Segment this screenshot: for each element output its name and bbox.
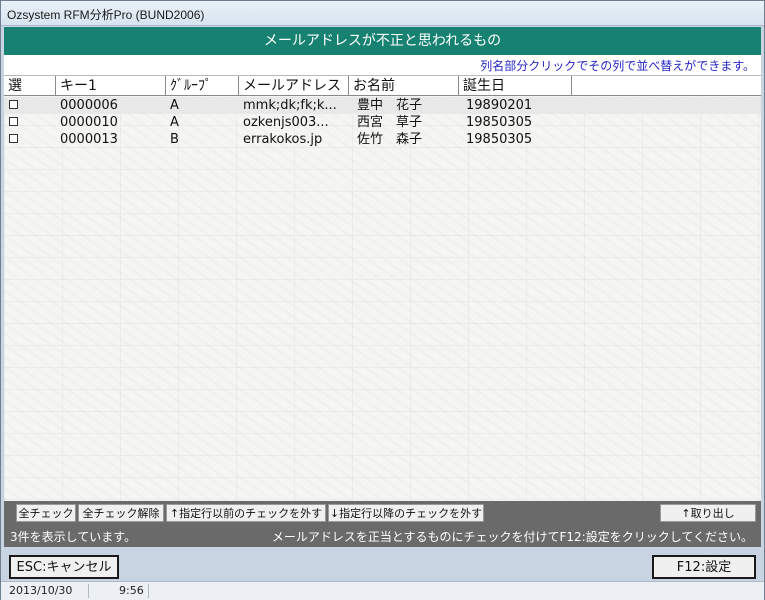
- cell-name: 西宮 草子: [357, 115, 423, 130]
- page-title: メールアドレスが不正と思われるもの: [4, 27, 761, 55]
- uncheck-after-button[interactable]: ↓指定行以降のチェックを外す: [328, 504, 484, 522]
- info-bar: 3件を表示しています。 メールアドレスを正当とするものにチェックを付けてF12:…: [4, 525, 761, 547]
- instruction-message: メールアドレスを正当とするものにチェックを付けてF12:設定をクリックしてくださ…: [271, 530, 753, 544]
- uncheck-before-button[interactable]: ↑指定行以前のチェックを外す: [166, 504, 326, 522]
- window-title: Ozsystem RFM分析Pro (BUND2006): [7, 8, 205, 22]
- row-checkbox[interactable]: [9, 100, 18, 109]
- row-checkbox[interactable]: [9, 117, 18, 126]
- cell-name: 豊中 花子: [357, 98, 423, 113]
- action-area: ESC:キャンセル F12:設定: [4, 547, 761, 580]
- column-header-group[interactable]: ｸﾞﾙｰﾌﾟ: [166, 76, 239, 96]
- check-all-button[interactable]: 全チェック: [16, 504, 76, 522]
- cell-key: 0000006: [60, 98, 118, 113]
- row-checkbox[interactable]: [9, 134, 18, 143]
- sort-hint: 列名部分クリックでその列で並べ替えができます。: [480, 59, 755, 73]
- cell-birthday: 19890201: [466, 98, 533, 113]
- table-row[interactable]: 0000006 A mmk;dk;fk;k... 豊中 花子 19890201: [4, 97, 761, 114]
- cell-group: A: [170, 98, 179, 113]
- cell-email: mmk;dk;fk;k...: [243, 98, 337, 113]
- column-header-select[interactable]: 選: [4, 76, 56, 96]
- cell-key: 0000010: [60, 115, 118, 130]
- cell-email: errakokos.jp: [243, 132, 323, 147]
- status-date: 2013/10/30: [3, 584, 89, 598]
- table-row[interactable]: 0000013 B errakokos.jp 佐竹 森子 19850305: [4, 131, 761, 148]
- cell-email: ozkenjs003...: [243, 115, 329, 130]
- table-row[interactable]: 0000010 A ozkenjs003... 西宮 草子 19850305: [4, 114, 761, 131]
- column-header-name[interactable]: お名前: [349, 76, 459, 96]
- column-header-key[interactable]: キー1: [56, 76, 166, 96]
- cancel-button[interactable]: ESC:キャンセル: [9, 555, 119, 579]
- cell-group: A: [170, 115, 179, 130]
- grid-toolbar: 全チェック 全チェック解除 ↑指定行以前のチェックを外す ↓指定行以降のチェック…: [4, 501, 761, 525]
- column-header-birthday[interactable]: 誕生日: [459, 76, 572, 96]
- app-window: Ozsystem RFM分析Pro (BUND2006) メールアドレスが不正と…: [0, 0, 765, 600]
- cell-birthday: 19850305: [466, 132, 533, 147]
- cell-key: 0000013: [60, 132, 118, 147]
- extract-button[interactable]: ↑取り出し: [660, 504, 756, 522]
- column-header-empty: [572, 76, 761, 96]
- column-header-email[interactable]: メールアドレス: [239, 76, 349, 96]
- status-time: 9:56: [91, 584, 149, 598]
- cell-group: B: [170, 132, 179, 147]
- cell-name: 佐竹 森子: [357, 132, 423, 147]
- settings-button[interactable]: F12:設定: [652, 555, 756, 579]
- record-count: 3件を表示しています。: [10, 530, 137, 544]
- client-area: メールアドレスが不正と思われるもの 列名部分クリックでその列で並べ替えができます…: [4, 27, 761, 580]
- cell-birthday: 19850305: [466, 115, 533, 130]
- uncheck-all-button[interactable]: 全チェック解除: [78, 504, 164, 522]
- records-grid: 選 キー1 ｸﾞﾙｰﾌﾟ メールアドレス お名前 誕生日 0000006 A m…: [4, 75, 761, 522]
- window-status-bar: 2013/10/30 9:56: [1, 581, 764, 600]
- title-bar[interactable]: Ozsystem RFM分析Pro (BUND2006): [1, 1, 764, 26]
